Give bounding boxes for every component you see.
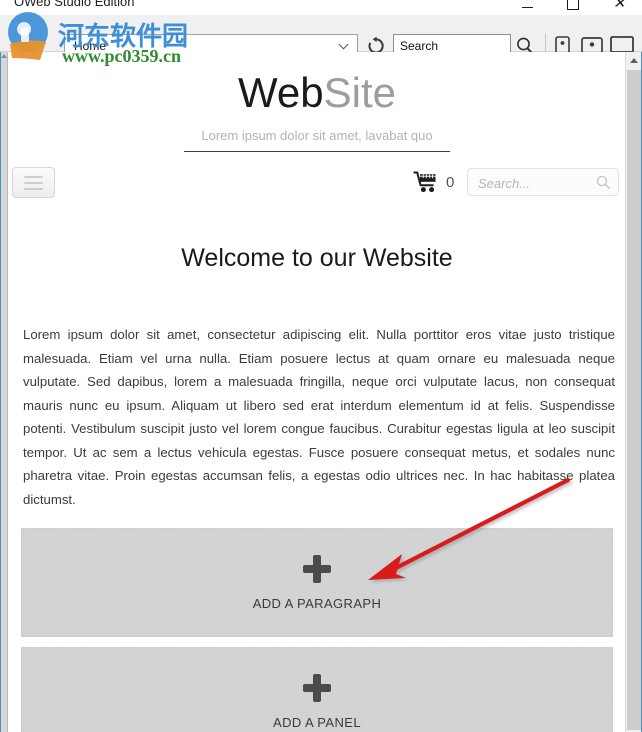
app-toolbar: Home (0, 15, 642, 59)
scrollbar-thumb[interactable] (627, 70, 641, 730)
page-heading: Welcome to our Website (181, 243, 453, 272)
site-title-part2: Site (323, 69, 396, 116)
gutter-up-arrow-icon (1, 54, 7, 58)
add-panel-label: ADD A PANEL (273, 714, 361, 730)
minimize-button[interactable] (504, 0, 550, 15)
scroll-up-arrow-icon[interactable] (626, 52, 642, 69)
hamburger-line (24, 187, 43, 190)
hamburger-line (24, 175, 43, 178)
site-nav-row: 0 (9, 162, 625, 212)
cart-count: 0 (446, 173, 455, 191)
hamburger-menu-button[interactable] (12, 167, 55, 198)
maximize-button[interactable] (550, 0, 596, 15)
header-divider (184, 151, 450, 152)
plus-icon (303, 554, 331, 583)
hamburger-line (24, 181, 43, 184)
site-tagline: Lorem ipsum dolor sit amet, lavabat quo (201, 128, 433, 143)
cart-button[interactable]: 0 (413, 170, 454, 194)
chevron-down-icon (340, 41, 349, 50)
add-panel-placeholder[interactable]: ADD A PANEL (21, 647, 613, 732)
add-paragraph-label: ADD A PARAGRAPH (252, 595, 382, 611)
close-button[interactable]: ✕ (596, 0, 642, 15)
window-title: OWeb Studio Edition (14, 0, 135, 9)
page-body-text: Lorem ipsum dolor sit amet, consectetur … (23, 327, 615, 507)
site-search-box[interactable] (467, 168, 619, 197)
site-title: WebSite (9, 72, 625, 114)
site-search-input[interactable] (476, 169, 595, 197)
page-select-value: Home (74, 38, 107, 53)
left-gutter (0, 52, 8, 732)
window-controls: ✕ (504, 0, 642, 15)
site-title-part1: Web (238, 69, 324, 116)
cart-icon (413, 171, 436, 193)
add-paragraph-placeholder[interactable]: ADD A PARAGRAPH (21, 528, 613, 637)
oweb-studio-window: OWeb Studio Edition ✕ Home Search WebSit… (0, 0, 642, 732)
website-canvas: WebSite Lorem ipsum dolor sit amet, lava… (9, 52, 625, 732)
vertical-scrollbar[interactable] (625, 52, 642, 732)
plus-icon (303, 673, 331, 702)
site-search-icon[interactable] (596, 175, 611, 195)
window-titlebar: OWeb Studio Edition ✕ (0, 0, 642, 15)
